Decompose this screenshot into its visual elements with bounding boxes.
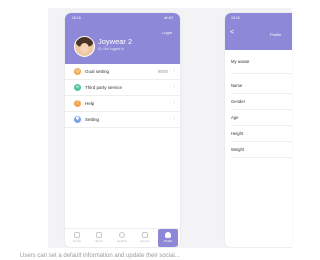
caption-text: Users can set a default information and … xyxy=(20,253,180,259)
row-weight[interactable]: Weight xyxy=(231,147,244,152)
chevron-right-icon: › xyxy=(173,115,175,122)
tab-device[interactable]: Device xyxy=(135,231,155,243)
menu-item-label: Third party service xyxy=(85,84,123,90)
tab-label: Sport xyxy=(95,239,103,243)
tab-label: Home xyxy=(72,239,81,243)
chevron-right-icon: › xyxy=(173,83,175,90)
gear-icon: ✱ xyxy=(74,115,81,123)
link-icon: ∞ xyxy=(74,83,81,91)
user-icon xyxy=(165,232,171,238)
menu-item-goal-setting[interactable]: ◎ Goal setting 8000 › xyxy=(65,64,180,80)
user-id-status: ID: Not logged in xyxy=(98,47,125,51)
status-time: 16:16 xyxy=(72,16,81,20)
tab-label: Device xyxy=(140,239,150,243)
divider xyxy=(231,157,292,158)
page-title: Profile xyxy=(270,32,282,37)
profile-detail-header: 16:16 < Profile xyxy=(225,13,292,50)
row-gender[interactable]: Gender xyxy=(231,99,245,104)
sport-icon xyxy=(96,232,102,238)
tab-sport[interactable]: Sport xyxy=(89,231,109,243)
profile-header: 16:16 all 4G Joywear 2 ID: Not logged in… xyxy=(65,13,180,64)
divider xyxy=(231,125,292,126)
watch-icon xyxy=(142,232,148,238)
menu-item-help[interactable]: ? Help › xyxy=(65,96,180,112)
chevron-right-icon: › xyxy=(173,67,175,74)
phone-profile-screen: 16:16 all 4G Joywear 2 ID: Not logged in… xyxy=(65,13,180,247)
divider xyxy=(231,93,292,94)
menu-item-setting[interactable]: ✱ Setting › xyxy=(65,112,180,128)
back-button[interactable]: < xyxy=(230,29,234,36)
phone-profile-detail-screen: 16:16 < Profile My avatar Name Gender Ag… xyxy=(225,13,292,247)
heart-icon xyxy=(119,232,125,238)
row-height[interactable]: Height xyxy=(231,131,243,136)
chevron-right-icon: › xyxy=(173,99,175,106)
menu-item-label: Goal setting xyxy=(85,68,110,74)
login-button[interactable]: Login xyxy=(162,30,172,35)
tab-profile[interactable]: Profile xyxy=(158,229,178,247)
tab-healthy[interactable]: Healthy xyxy=(112,231,132,243)
avatar-face xyxy=(80,43,89,53)
menu-item-third-party[interactable]: ∞ Third party service › xyxy=(65,80,180,96)
help-icon: ? xyxy=(74,99,81,107)
home-icon xyxy=(74,232,80,238)
divider xyxy=(231,141,292,142)
avatar[interactable] xyxy=(74,36,95,57)
tab-label: Profile xyxy=(163,239,173,243)
goal-value: 8000 xyxy=(157,68,168,74)
status-icons: all 4G xyxy=(163,16,173,20)
row-age[interactable]: Age xyxy=(231,115,238,120)
bottom-tab-bar: Home Sport Healthy Device Profile xyxy=(65,228,180,247)
tab-label: Healthy xyxy=(116,239,128,243)
menu-item-label: Setting xyxy=(85,116,100,122)
row-name[interactable]: Name xyxy=(231,83,242,88)
tab-home[interactable]: Home xyxy=(67,231,87,243)
row-my-avatar[interactable]: My avatar xyxy=(231,59,249,64)
user-name: Joywear 2 xyxy=(98,37,133,46)
divider xyxy=(231,73,292,74)
status-time: 16:16 xyxy=(231,16,240,20)
menu-item-label: Help xyxy=(85,100,95,106)
profile-menu: ◎ Goal setting 8000 › ∞ Third party serv… xyxy=(65,64,180,128)
divider xyxy=(231,109,292,110)
target-icon: ◎ xyxy=(74,67,81,75)
